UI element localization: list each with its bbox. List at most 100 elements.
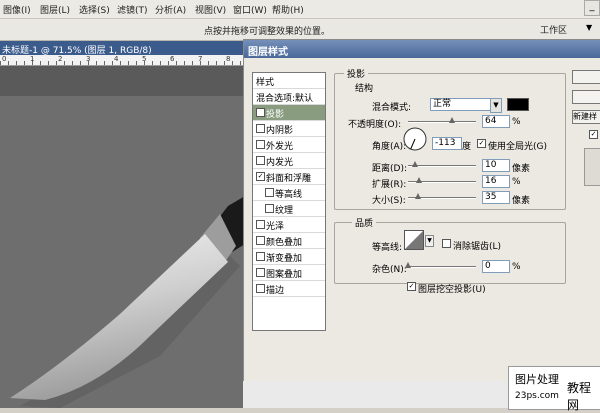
noise-slider-thumb[interactable] — [405, 262, 411, 268]
checkbox-icon[interactable] — [256, 156, 265, 165]
document-title-bar[interactable]: 未标题-1 @ 71.5% (图层 1, RGB/8) — [0, 41, 245, 56]
distance-slider-track[interactable] — [408, 165, 476, 167]
quality-title: 品质 — [352, 216, 377, 229]
horizontal-ruler[interactable]: 0 1 2 3 4 5 6 7 8 — [0, 55, 245, 66]
watermark-line1: 图片处理 — [515, 373, 559, 386]
checkbox-icon[interactable] — [256, 124, 265, 133]
size-unit: 像素 — [512, 196, 531, 206]
style-item-bevel-emboss[interactable]: ✓ 斜面和浮雕 — [253, 169, 325, 185]
spread-slider-thumb[interactable] — [415, 177, 422, 183]
style-item-texture[interactable]: 纹理 — [253, 201, 325, 217]
distance-label: 距离(D): — [372, 164, 407, 174]
menu-window[interactable]: 窗口(W) — [233, 3, 267, 16]
chevron-down-icon[interactable]: ▼ — [490, 98, 502, 113]
style-item-satin[interactable]: 光泽 — [253, 217, 325, 233]
style-item-pattern-overlay[interactable]: 图案叠加 — [253, 265, 325, 281]
style-item-contour[interactable]: 等高线 — [253, 185, 325, 201]
opacity-unit: % — [512, 117, 521, 127]
style-item-label: 混合选项:默认 — [256, 94, 314, 104]
opacity-slider-thumb[interactable] — [448, 117, 455, 123]
style-item-label: 内阴影 — [266, 126, 294, 136]
document-canvas[interactable] — [0, 66, 245, 408]
blend-mode-label: 混合模式: — [372, 103, 412, 113]
checkbox-icon[interactable] — [256, 268, 265, 277]
style-item-label: 描边 — [266, 286, 285, 296]
new-style-button[interactable]: 新建样 — [572, 110, 600, 124]
ruler-number: 1 — [30, 55, 35, 63]
size-label: 大小(S): — [372, 196, 406, 206]
opacity-field[interactable]: 64 — [482, 115, 510, 128]
angle-value: -113 — [435, 138, 456, 148]
checkbox-icon[interactable] — [265, 204, 274, 213]
size-value: 35 — [485, 192, 497, 202]
ruler-number: 3 — [86, 55, 91, 63]
style-item-stroke[interactable]: 描边 — [253, 281, 325, 297]
style-item-blending-options[interactable]: 混合选项:默认 — [253, 89, 325, 105]
checkbox-icon[interactable] — [265, 188, 274, 197]
style-item-drop-shadow[interactable]: ✓ 投影 — [253, 105, 325, 121]
opacity-label: 不透明度(O): — [348, 120, 402, 130]
shadow-color-swatch[interactable] — [507, 98, 529, 111]
noise-unit: % — [512, 262, 521, 272]
style-list-header: 样式 — [253, 73, 325, 89]
size-field[interactable]: 35 — [482, 191, 510, 204]
global-light-checkbox[interactable]: ✓ — [477, 139, 486, 148]
knockout-label: 图层挖空投影(U) — [418, 285, 486, 295]
noise-slider-track[interactable] — [408, 266, 476, 268]
distance-slider-thumb[interactable] — [411, 161, 418, 167]
checkbox-checked-icon[interactable]: ✓ — [256, 108, 265, 117]
ruler-number: 5 — [142, 55, 147, 63]
ruler-number: 8 — [226, 55, 231, 63]
menu-bar: 图像(I) 图层(L) 选择(S) 滤镜(T) 分析(A) 视图(V) 窗口(W… — [0, 0, 600, 19]
knockout-checkbox[interactable]: ✓ — [407, 282, 416, 291]
style-item-label: 等高线 — [275, 190, 303, 200]
preview-checkbox[interactable]: ✓ — [589, 130, 598, 139]
checkbox-icon[interactable] — [256, 140, 265, 149]
style-item-outer-glow[interactable]: 外发光 — [253, 137, 325, 153]
global-light-label: 使用全局光(G) — [488, 142, 547, 152]
style-item-color-overlay[interactable]: 颜色叠加 — [253, 233, 325, 249]
dialog-title-bar[interactable]: 图层样式 — [244, 40, 600, 58]
noise-field[interactable]: 0 — [482, 260, 510, 273]
distance-field[interactable]: 10 — [482, 159, 510, 172]
ruler-number: 7 — [198, 55, 203, 63]
angle-dial[interactable] — [402, 126, 428, 152]
menu-help[interactable]: 帮助(H) — [272, 3, 304, 16]
menu-layer[interactable]: 图层(L) — [40, 3, 70, 16]
menu-image[interactable]: 图像(I) — [3, 3, 31, 16]
style-item-label: 颜色叠加 — [266, 238, 303, 248]
layer-style-dialog: 图层样式 样式 混合选项:默认 ✓ 投影 内阴影 外发光 内发光 ✓ 斜面和浮雕 等… — [243, 39, 600, 382]
cancel-button[interactable] — [572, 90, 600, 104]
checkbox-icon[interactable] — [256, 236, 265, 245]
dialog-title: 图层样式 — [248, 47, 288, 58]
style-item-inner-shadow[interactable]: 内阴影 — [253, 121, 325, 137]
minimize-button[interactable]: _ — [584, 0, 600, 16]
opacity-slider-track[interactable] — [408, 121, 476, 123]
style-item-gradient-overlay[interactable]: 渐变叠加 — [253, 249, 325, 265]
menu-select[interactable]: 选择(S) — [79, 3, 110, 16]
menu-filter[interactable]: 滤镜(T) — [117, 3, 148, 16]
menu-analysis[interactable]: 分析(A) — [155, 3, 186, 16]
checkbox-icon[interactable] — [256, 220, 265, 229]
angle-unit: 度 — [462, 142, 472, 152]
contour-preview[interactable] — [404, 230, 424, 250]
workspace-arrow-icon[interactable]: ▼ — [586, 23, 592, 32]
contour-dropdown-icon[interactable]: ▼ — [425, 235, 434, 247]
contour-label: 等高线: — [372, 243, 403, 253]
angle-field[interactable]: -113 — [432, 137, 462, 150]
size-slider-thumb[interactable] — [414, 193, 421, 199]
style-item-inner-glow[interactable]: 内发光 — [253, 153, 325, 169]
style-preview-thumbnail — [584, 148, 600, 186]
workspace-menu[interactable]: 工作区 — [540, 23, 567, 36]
antialias-checkbox[interactable] — [442, 239, 451, 248]
checkbox-icon[interactable] — [256, 252, 265, 261]
menu-view[interactable]: 视图(V) — [195, 3, 226, 16]
checkbox-checked-icon[interactable]: ✓ — [256, 172, 265, 181]
ok-button[interactable] — [572, 70, 600, 84]
spread-field[interactable]: 16 — [482, 175, 510, 188]
style-item-label: 内发光 — [266, 158, 294, 168]
noise-value: 0 — [485, 261, 491, 271]
checkbox-icon[interactable] — [256, 284, 265, 293]
drop-shadow-title: 投影 — [344, 67, 369, 80]
style-list-header-label: 样式 — [256, 78, 275, 88]
